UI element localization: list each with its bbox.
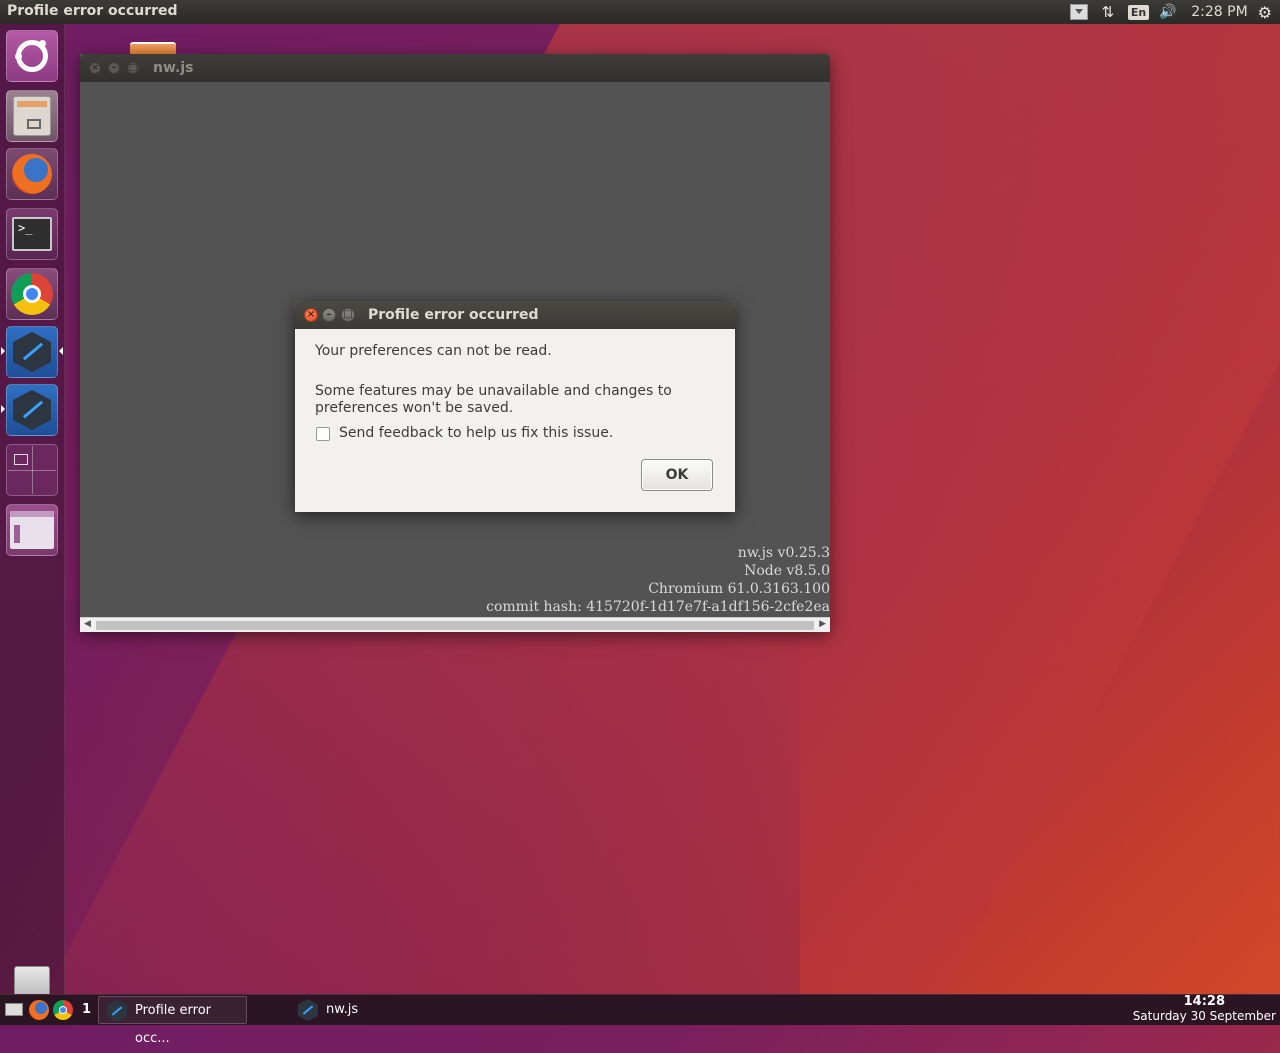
launcher-chrome-button[interactable] [6, 268, 58, 320]
horizontal-scrollbar[interactable]: ◀ ▶ [80, 617, 830, 632]
taskbar-clock[interactable]: 14:28 Saturday 30 September [1132, 994, 1276, 1024]
maximize-icon[interactable]: □ [127, 62, 139, 74]
launcher-workspace-switcher[interactable] [6, 444, 58, 496]
launcher-nwjs-button-2[interactable] [6, 384, 58, 436]
launcher-trash-button[interactable] [6, 966, 58, 996]
feedback-checkbox[interactable] [316, 427, 330, 441]
bottom-taskbar: 1 Profile error occ... nw.js 14:28 Satur… [0, 994, 1280, 1046]
minimize-icon[interactable]: – [322, 308, 336, 322]
minimize-icon[interactable]: – [108, 62, 120, 74]
system-tray: ⇅ En 🔊 2:28 PM ⚙ [1069, 0, 1280, 24]
chrome-icon [11, 273, 53, 315]
top-panel: Profile error occurred ⇅ En 🔊 2:28 PM ⚙ [0, 0, 1280, 24]
maximize-icon[interactable]: □ [341, 308, 355, 322]
launcher-terminal-button[interactable]: >_ [6, 208, 58, 260]
workspace-grid-icon [8, 446, 56, 494]
scroll-left-icon[interactable]: ◀ [84, 619, 91, 629]
launcher-app-button[interactable] [6, 504, 58, 556]
nwjs-version-line: nw.js v0.25.3 [737, 545, 830, 561]
focus-indicator-icon [59, 347, 63, 355]
dialog-message-primary: Your preferences can not be read. [315, 343, 552, 359]
terminal-icon: >_ [12, 217, 52, 251]
nwjs-icon [13, 390, 51, 430]
dialog-titlebar[interactable]: × – □ Profile error occurred [295, 301, 735, 329]
file-cabinet-icon [13, 96, 51, 136]
commit-hash-line: commit hash: 415720f-1d17e7f-a1df156-2cf… [486, 599, 830, 615]
panel-clock[interactable]: 2:28 PM [1191, 4, 1247, 20]
scroll-right-icon[interactable]: ▶ [819, 619, 826, 629]
close-icon[interactable]: × [89, 62, 101, 74]
nwjs-icon [107, 1000, 127, 1022]
launcher: >_ [0, 24, 65, 996]
close-icon[interactable]: × [304, 308, 318, 322]
running-indicator-icon [1, 347, 5, 355]
chrome-icon[interactable] [53, 1000, 73, 1020]
nwjs-titlebar[interactable]: × – □ nw.js [80, 54, 830, 82]
node-version-line: Node v8.5.0 [744, 563, 830, 579]
taskbar-item-profile-error[interactable]: Profile error occ... [98, 996, 247, 1046]
clock-time: 14:28 [1183, 994, 1226, 1009]
profile-error-dialog: × – □ Profile error occurred Your prefer… [295, 301, 735, 512]
nwjs-icon [298, 999, 318, 1021]
dialog-title: Profile error occurred [368, 307, 539, 323]
firefox-icon[interactable] [29, 1000, 49, 1020]
scrollbar-thumb[interactable] [96, 621, 814, 630]
nwjs-version-info: nw.js v0.25.3 Node v8.5.0 Chromium 61.0.… [486, 544, 830, 616]
window-app-icon [10, 511, 54, 549]
active-window-title: Profile error occurred [7, 3, 178, 19]
trash-icon [14, 966, 50, 996]
launcher-dash-button[interactable] [6, 30, 58, 82]
taskbar-item-label: nw.js [326, 1002, 359, 1017]
keyboard-icon[interactable] [5, 1003, 23, 1016]
launcher-firefox-button[interactable] [6, 148, 58, 200]
network-icon[interactable]: ⇅ [1098, 3, 1118, 21]
dropdown-indicator-icon[interactable] [1069, 4, 1088, 20]
launcher-files-button[interactable] [6, 90, 58, 142]
chromium-version-line: Chromium 61.0.3163.100 [648, 581, 830, 597]
ok-button[interactable]: OK [641, 459, 713, 491]
taskbar-item-nwjs[interactable]: nw.js [290, 996, 400, 1024]
ubuntu-logo-icon [15, 40, 48, 72]
launcher-nwjs-button[interactable] [6, 326, 58, 378]
clock-date: Saturday 30 September [1132, 1009, 1276, 1023]
nwjs-icon [13, 332, 51, 372]
wallpaper-shade [0, 600, 800, 1020]
volume-icon[interactable]: 🔊 [1159, 4, 1181, 20]
taskbar-item-label: Profile error occ... [135, 1003, 212, 1046]
feedback-checkbox-label[interactable]: Send feedback to help us fix this issue. [339, 425, 613, 441]
running-indicator-icon [1, 405, 5, 413]
workspace-number[interactable]: 1 [82, 1002, 91, 1017]
firefox-icon [12, 154, 52, 194]
session-gear-icon[interactable]: ⚙ [1258, 3, 1272, 22]
keyboard-language-indicator[interactable]: En [1127, 4, 1150, 20]
nwjs-window-title: nw.js [153, 60, 194, 76]
dialog-message-secondary: Some features may be unavailable and cha… [315, 383, 672, 416]
